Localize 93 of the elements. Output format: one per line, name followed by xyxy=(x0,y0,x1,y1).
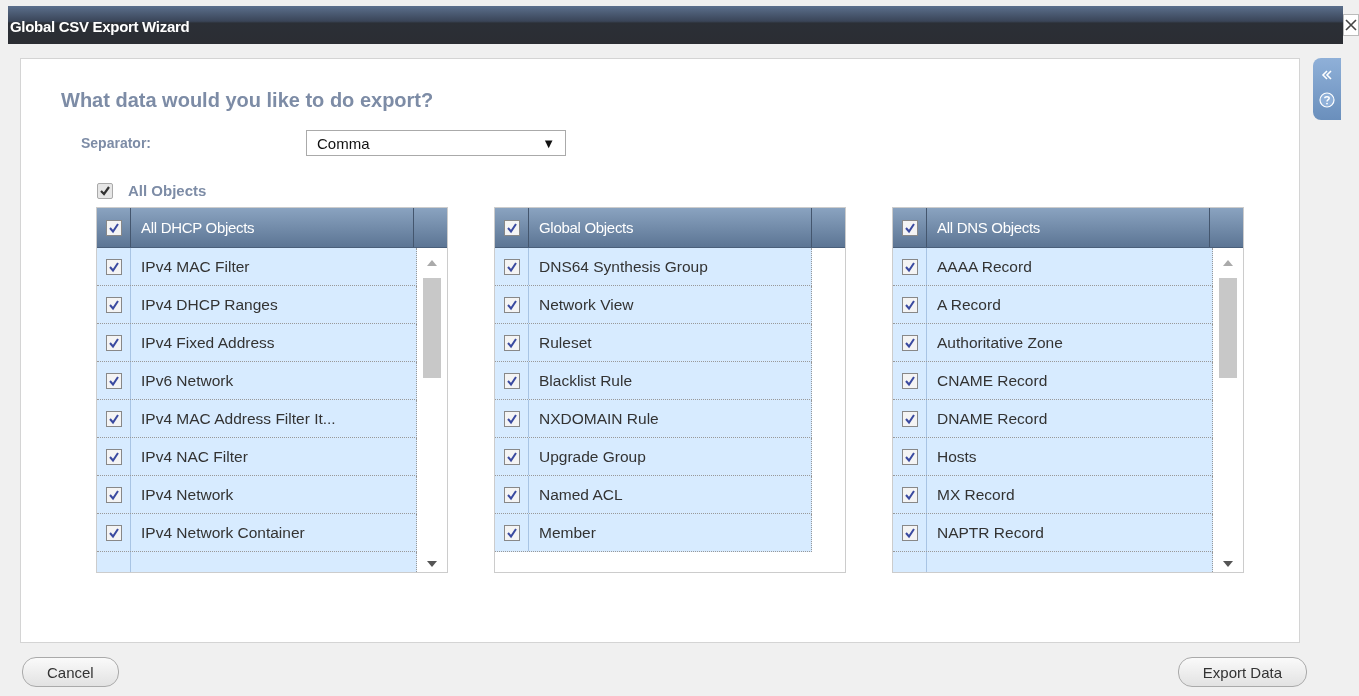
row-label: Blacklist Rule xyxy=(538,370,633,391)
collapse-icon[interactable] xyxy=(1321,70,1333,80)
list-row[interactable]: CNAME Record xyxy=(893,362,1213,400)
checkbox[interactable] xyxy=(901,334,918,351)
checkbox[interactable] xyxy=(503,448,520,465)
header-label: All DHCP Objects xyxy=(140,218,256,238)
list-row[interactable]: Authoritative Zone xyxy=(893,324,1213,362)
cancel-button[interactable]: Cancel xyxy=(22,657,119,687)
list-row[interactable]: A Record xyxy=(893,286,1213,324)
list-row[interactable]: Ruleset xyxy=(495,324,812,362)
checkbox[interactable] xyxy=(503,410,520,427)
list-row[interactable]: Upgrade Group xyxy=(495,438,812,476)
checkbox[interactable] xyxy=(503,296,520,313)
checkbox[interactable] xyxy=(105,486,122,503)
list-row[interactable]: Named ACL xyxy=(495,476,812,514)
checkbox[interactable] xyxy=(901,296,918,313)
row-label: CNAME Record xyxy=(936,370,1048,391)
row-label: MX Record xyxy=(936,484,1015,505)
row-label: IPv4 NAC Filter xyxy=(140,446,248,467)
checkbox[interactable] xyxy=(105,219,122,236)
scroll-thumb[interactable] xyxy=(423,278,441,378)
all-objects-label: All Objects xyxy=(128,182,207,199)
help-icon[interactable] xyxy=(1319,92,1335,108)
row-label: NAPTR Record xyxy=(936,522,1044,543)
list-row[interactable]: IPv4 NAC Filter xyxy=(97,438,417,476)
list-row[interactable]: DNS64 Synthesis Group xyxy=(495,248,812,286)
list-row[interactable]: Member xyxy=(495,514,812,552)
list-row[interactable]: IPv4 Network Container xyxy=(97,514,417,552)
row-label: NXDOMAIN Rule xyxy=(538,408,659,429)
scroll-down-icon[interactable] xyxy=(427,561,437,567)
checkbox[interactable] xyxy=(901,258,918,275)
list-row[interactable]: IPv4 Network xyxy=(97,476,417,514)
checkbox[interactable] xyxy=(503,372,520,389)
list-row[interactable]: AAAA Record xyxy=(893,248,1213,286)
checkbox[interactable] xyxy=(105,372,122,389)
row-label: IPv4 MAC Address Filter It... xyxy=(140,408,336,429)
list-row[interactable]: Network View xyxy=(495,286,812,324)
list-row[interactable]: IPv4 MAC Address Filter It... xyxy=(97,400,417,438)
list-row[interactable]: IPv4 DHCP Ranges xyxy=(97,286,417,324)
checkbox[interactable] xyxy=(503,334,520,351)
list-row[interactable]: Hosts xyxy=(893,438,1213,476)
checkbox[interactable] xyxy=(105,448,122,465)
window-title: Global CSV Export Wizard xyxy=(9,17,190,35)
checkbox[interactable] xyxy=(105,296,122,313)
row-label: Hosts xyxy=(936,446,977,467)
page-heading: What data would you like to do export? xyxy=(61,89,435,112)
row-label: AAAA Record xyxy=(936,256,1032,277)
checkbox[interactable] xyxy=(901,410,918,427)
list-row[interactable]: NXDOMAIN Rule xyxy=(495,400,812,438)
export-button[interactable]: Export Data xyxy=(1177,657,1307,687)
header-label: Global Objects xyxy=(538,218,635,238)
header-label: All DNS Objects xyxy=(936,218,1042,238)
checkbox[interactable] xyxy=(503,524,520,541)
checkbox[interactable] xyxy=(901,524,918,541)
separator-select[interactable]: Comma ▼ xyxy=(306,130,566,156)
checkbox[interactable] xyxy=(901,448,918,465)
row-label: Named ACL xyxy=(538,484,623,505)
row-label: Ruleset xyxy=(538,332,592,353)
list-row[interactable]: IPv4 MAC Filter xyxy=(97,248,417,286)
row-label: IPv4 MAC Filter xyxy=(140,256,250,277)
checkbox[interactable] xyxy=(105,258,122,275)
checkbox[interactable] xyxy=(105,334,122,351)
checkbox[interactable] xyxy=(901,372,918,389)
list-row[interactable]: DNAME Record xyxy=(893,400,1213,438)
row-label: DNAME Record xyxy=(936,408,1048,429)
checkbox[interactable] xyxy=(503,219,520,236)
separator-label: Separator: xyxy=(81,135,153,151)
checkbox[interactable] xyxy=(901,219,918,236)
checkbox[interactable] xyxy=(105,410,122,427)
row-label: Network View xyxy=(538,294,634,315)
checkbox[interactable] xyxy=(503,258,520,275)
scroll-down-icon[interactable] xyxy=(1223,561,1233,567)
checkbox[interactable] xyxy=(105,524,122,541)
row-label: Authoritative Zone xyxy=(936,332,1063,353)
row-label: Upgrade Group xyxy=(538,446,646,467)
row-label: DNS64 Synthesis Group xyxy=(538,256,708,277)
row-label: IPv4 Fixed Address xyxy=(140,332,275,353)
list-row[interactable]: NAPTR Record xyxy=(893,514,1213,552)
checkbox[interactable] xyxy=(97,182,113,199)
checkbox[interactable] xyxy=(503,486,520,503)
row-label: IPv4 Network Container xyxy=(140,522,305,543)
list-row[interactable]: IPv4 Fixed Address xyxy=(97,324,417,362)
row-label: A Record xyxy=(936,294,1001,315)
list-row[interactable]: MX Record xyxy=(893,476,1213,514)
row-label: IPv6 Network xyxy=(140,370,234,391)
list-row[interactable]: IPv6 Network xyxy=(97,362,417,400)
row-label: IPv4 Network xyxy=(140,484,234,505)
checkbox[interactable] xyxy=(901,486,918,503)
scroll-thumb[interactable] xyxy=(1219,278,1237,378)
list-row[interactable]: Blacklist Rule xyxy=(495,362,812,400)
close-icon[interactable] xyxy=(1343,14,1359,36)
row-label: IPv4 DHCP Ranges xyxy=(140,294,278,315)
row-label: Member xyxy=(538,522,596,543)
